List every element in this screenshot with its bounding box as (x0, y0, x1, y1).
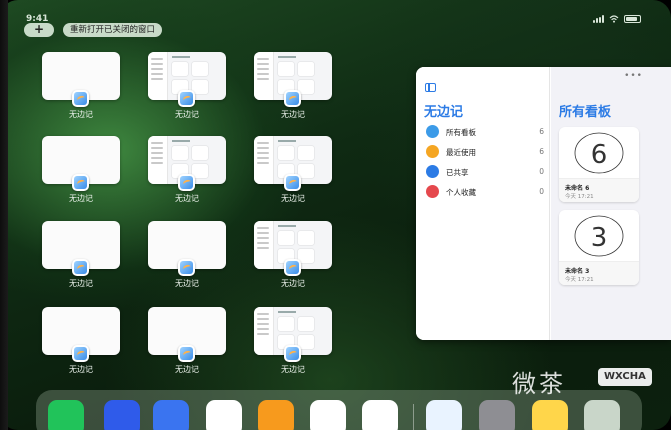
molecule-icon[interactable] (362, 400, 398, 430)
freeform-app-icon (178, 345, 195, 362)
reopen-closed-windows-button[interactable]: 重新打开已关闭的窗口 (63, 23, 163, 37)
device-bezel (0, 0, 8, 430)
board-name: 未命名 6 (565, 185, 590, 192)
dice-icon[interactable] (310, 400, 346, 430)
status-indicators (593, 15, 641, 23)
freeform-app-icon (72, 259, 89, 276)
heart-icon (426, 185, 439, 198)
board-name: 未命名 3 (565, 268, 590, 275)
window-label: 无边记 (69, 110, 93, 119)
freeform-app-icon (284, 90, 301, 107)
more-options-icon[interactable]: ••• (624, 71, 643, 81)
freeform-app-icon (284, 174, 301, 191)
battery-icon (624, 15, 641, 23)
freeform-app-icon (178, 259, 195, 276)
freeform-app-icon (284, 345, 301, 362)
board-time: 今天 17:21 (565, 277, 594, 283)
wechat-icon[interactable] (48, 400, 84, 430)
settings-icon[interactable] (479, 400, 515, 430)
wifi-icon (609, 15, 619, 23)
window-label: 无边记 (69, 194, 93, 203)
window-label: 无边记 (281, 110, 305, 119)
people-icon (426, 165, 439, 178)
sidebar-item-recent[interactable]: 最近使用 6 (426, 145, 544, 159)
board-info: 未命名 3 今天 17:21 (559, 261, 639, 285)
board-sketch: 3 (574, 215, 624, 257)
window-label: 无边记 (281, 365, 305, 374)
freeform-app-icon (178, 90, 195, 107)
baidu-netdisk-icon[interactable] (153, 400, 189, 430)
freeform-app-icon (72, 90, 89, 107)
board-card[interactable]: 3 未命名 3 今天 17:21 (559, 210, 639, 285)
content-title: 所有看板 (559, 105, 612, 120)
sidebar-item-label: 最近使用 (446, 148, 476, 157)
freeform-app-icon (72, 345, 89, 362)
folder-icon[interactable] (584, 400, 620, 430)
window-label: 无边记 (175, 194, 199, 203)
cellular-signal-icon (593, 15, 604, 23)
window-label: 无边记 (281, 279, 305, 288)
sidebar-item-label: 个人收藏 (446, 188, 476, 197)
sidebar-toggle-icon[interactable] (425, 83, 436, 92)
play-icon[interactable] (206, 400, 242, 430)
freeform-window[interactable]: 无边记 所有看板 6 最近使用 6 已共享 0 个人收藏 0 ••• 所有看板 … (416, 67, 671, 340)
window-label: 无边记 (281, 194, 305, 203)
ipad-screen: 9:41 + 重新打开已关闭的窗口 无边记 无边记 无边记 无边记 无边记 无边记 无边记无… (0, 0, 671, 430)
add-window-button[interactable]: + (24, 23, 54, 37)
sidebar-item-shared[interactable]: 已共享 0 (426, 165, 544, 179)
sidebar-item-count: 6 (539, 127, 544, 136)
sidebar-item-all-boards[interactable]: 所有看板 6 (426, 125, 544, 139)
sidebar: 无边记 所有看板 6 最近使用 6 已共享 0 个人收藏 0 (416, 67, 550, 340)
sidebar-item-favorites[interactable]: 个人收藏 0 (426, 185, 544, 199)
notes-icon[interactable] (532, 400, 568, 430)
watermark-badge: WXCHA (598, 368, 652, 386)
boards-icon (426, 125, 439, 138)
board-info: 未命名 6 今天 17:21 (559, 178, 639, 202)
sidebar-item-count: 0 (539, 167, 544, 176)
quark-icon[interactable] (104, 400, 140, 430)
window-label: 无边记 (175, 365, 199, 374)
watermark-text: 微茶 (512, 370, 566, 398)
sidebar-item-label: 已共享 (446, 168, 469, 177)
freeform-app-icon (178, 174, 195, 191)
freeform-app-icon (72, 174, 89, 191)
window-label: 无边记 (69, 365, 93, 374)
sidebar-item-count: 0 (539, 187, 544, 196)
window-label: 无边记 (175, 279, 199, 288)
window-label: 无边记 (69, 279, 93, 288)
board-card[interactable]: 6 未命名 6 今天 17:21 (559, 127, 639, 202)
freeform-icon[interactable] (426, 400, 462, 430)
sidebar-title: 无边记 (424, 105, 464, 120)
clock-icon (426, 145, 439, 158)
board-sketch: 6 (574, 132, 624, 174)
svg-text:6: 6 (591, 140, 608, 170)
sidebar-item-count: 6 (539, 147, 544, 156)
window-label: 无边记 (175, 110, 199, 119)
boards-content: ••• 所有看板 6 未命名 6 今天 17:21 3 未命名 3 今天 17:… (551, 67, 671, 340)
dock-separator (413, 404, 414, 430)
svg-text:3: 3 (591, 223, 608, 253)
freeform-app-icon (284, 259, 301, 276)
board-time: 今天 17:21 (565, 194, 594, 200)
sidebar-item-label: 所有看板 (446, 128, 476, 137)
books-icon[interactable] (258, 400, 294, 430)
